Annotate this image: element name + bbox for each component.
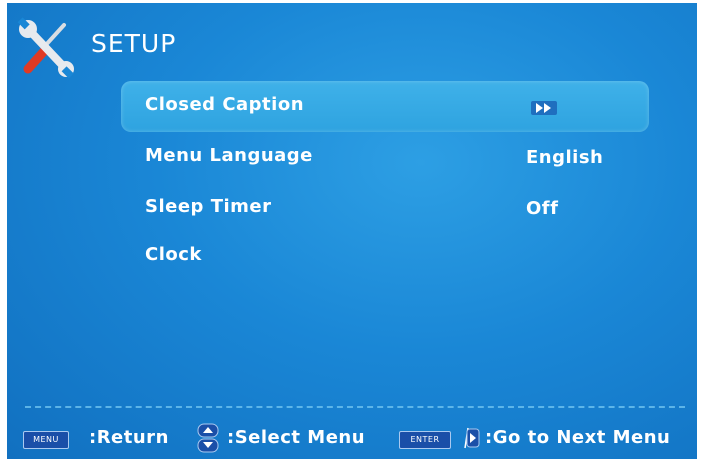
double-right-arrow-icon <box>531 101 557 115</box>
menu-item-sleep-timer[interactable]: Sleep Timer Off <box>121 183 649 234</box>
menu-item-value: English <box>526 147 604 168</box>
setup-screen: SETUP Closed Caption Menu Language Engli… <box>7 3 697 459</box>
tools-icon <box>17 17 74 79</box>
menu-item-closed-caption[interactable]: Closed Caption <box>121 81 649 132</box>
select-menu-hint: :Select Menu <box>227 427 366 448</box>
menu-item-label: Sleep Timer <box>145 196 272 217</box>
enter-key-icon: ENTER <box>399 431 451 449</box>
header: SETUP <box>7 3 697 79</box>
up-down-arrow-icon <box>197 423 219 453</box>
menu-key-icon: MENU <box>23 431 69 449</box>
menu-item-label: Clock <box>145 244 202 265</box>
next-menu-hint: :Go to Next Menu <box>485 427 671 448</box>
right-arrow-icon <box>464 427 480 449</box>
footer-divider <box>25 406 685 408</box>
menu-item-label: Closed Caption <box>145 94 305 115</box>
footer-help-bar: MENU :Return :Select Menu ENTER :Go to N… <box>7 418 697 458</box>
page-title: SETUP <box>91 29 177 58</box>
menu-item-value: Off <box>526 198 559 219</box>
setup-menu: Closed Caption Menu Language English Sle… <box>121 81 649 278</box>
return-hint: :Return <box>89 427 169 448</box>
menu-item-label: Menu Language <box>145 145 313 166</box>
menu-item-menu-language[interactable]: Menu Language English <box>121 132 649 183</box>
menu-item-clock[interactable]: Clock <box>121 234 649 278</box>
